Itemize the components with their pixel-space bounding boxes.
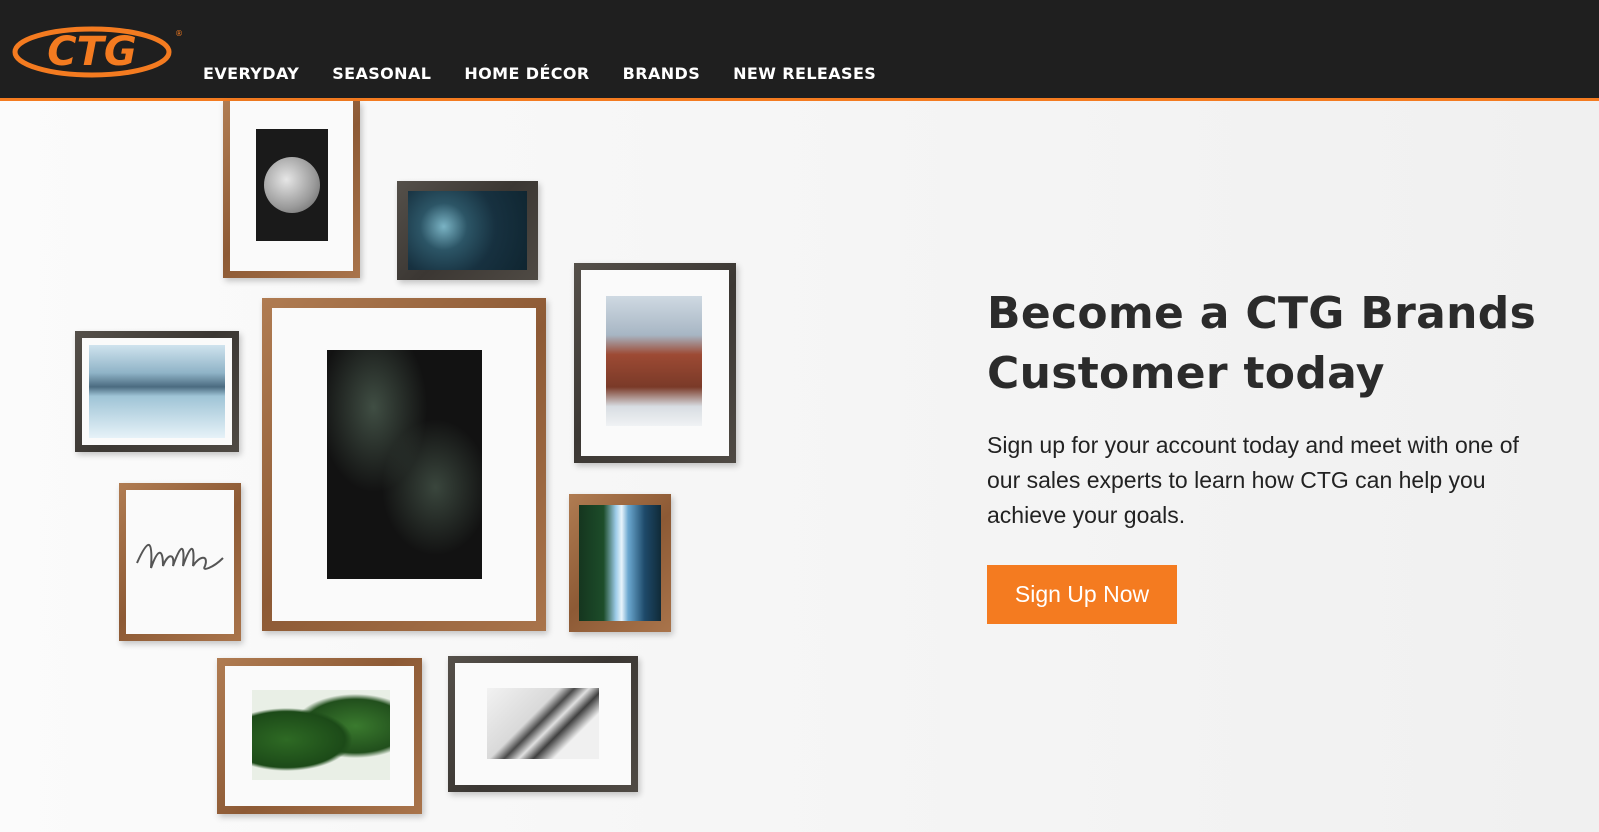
hero-section: Become a CTG Brands Customer today Sign … <box>0 101 1599 832</box>
frame-mountain-lake <box>75 331 239 452</box>
monstera-leaves-art <box>327 350 482 579</box>
moon-art <box>256 129 328 241</box>
waterfall-art <box>579 505 661 621</box>
site-header: CTG ® EVERYDAY SEASONAL HOME DÉCOR BRAND… <box>0 0 1599 101</box>
frame-succulent <box>397 181 538 280</box>
nav-everyday[interactable]: EVERYDAY <box>203 64 299 83</box>
hero-headline: Become a CTG Brands Customer today <box>987 288 1537 399</box>
svg-text:®: ® <box>175 29 182 38</box>
nav-new-releases[interactable]: NEW RELEASES <box>733 64 876 83</box>
hello-script-art <box>133 528 227 583</box>
nav-brands[interactable]: BRANDS <box>623 64 701 83</box>
ctg-logo[interactable]: CTG ® <box>12 22 183 82</box>
nav-home-decor[interactable]: HOME DÉCOR <box>464 64 589 83</box>
monstera-plant-art <box>252 690 390 780</box>
palm-leaves-art <box>487 688 599 759</box>
frame-city-buildings <box>574 263 736 463</box>
frame-monstera-leaves <box>262 298 546 631</box>
frame-hello-script <box>119 483 241 641</box>
mountain-lake-art <box>89 345 225 438</box>
frame-gallery-image <box>0 101 760 832</box>
frame-moon <box>223 101 360 278</box>
main-nav: EVERYDAY SEASONAL HOME DÉCOR BRANDS NEW … <box>203 64 876 83</box>
city-buildings-art <box>606 296 702 426</box>
frame-monstera-plant <box>217 658 422 814</box>
frame-waterfall <box>569 494 671 632</box>
hero-description: Sign up for your account today and meet … <box>987 432 1519 528</box>
svg-text:CTG: CTG <box>47 29 136 75</box>
sign-up-now-button[interactable]: Sign Up Now <box>987 565 1177 624</box>
succulent-art <box>408 191 527 270</box>
nav-seasonal[interactable]: SEASONAL <box>332 64 431 83</box>
frame-palm-leaves <box>448 656 638 792</box>
